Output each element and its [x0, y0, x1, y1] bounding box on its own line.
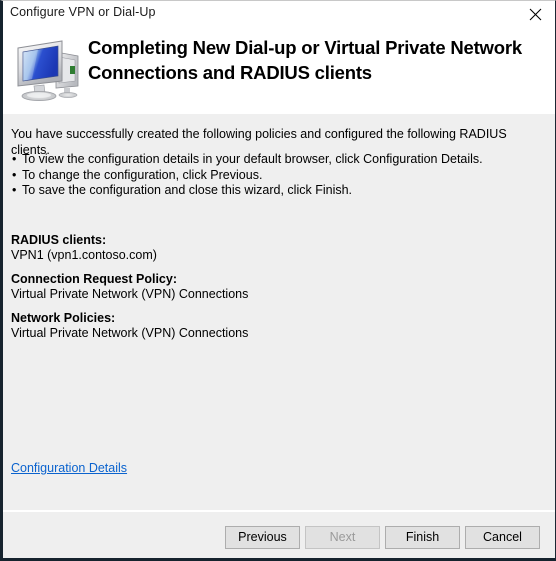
summary-value: Virtual Private Network (VPN) Connection… [11, 287, 249, 301]
summary-value: Virtual Private Network (VPN) Connection… [11, 326, 249, 340]
next-button: Next [305, 526, 380, 549]
summary-value: VPN1 (vpn1.contoso.com) [11, 248, 157, 262]
summary-group-radius-clients: RADIUS clients: VPN1 (vpn1.contoso.com) [11, 232, 539, 263]
finish-button[interactable]: Finish [385, 526, 460, 549]
previous-button[interactable]: Previous [225, 526, 300, 549]
instruction-list: • To view the configuration details in y… [11, 152, 539, 199]
cancel-button[interactable]: Cancel [465, 526, 540, 549]
wizard-dialog: Configure VPN or Dial-Up Completing New … [0, 0, 556, 561]
wizard-header: Completing New Dial-up or Virtual Privat… [3, 28, 555, 114]
list-item: • To save the configuration and close th… [11, 183, 539, 199]
summary-heading: Connection Request Policy: [11, 272, 177, 286]
list-item-label: To view the configuration details in you… [22, 152, 483, 166]
title-bar: Configure VPN or Dial-Up [3, 1, 555, 28]
bullet-glyph: • [12, 183, 17, 197]
summary-group-connection-request-policy: Connection Request Policy: Virtual Priva… [11, 271, 539, 302]
summary-heading: RADIUS clients: [11, 233, 107, 247]
configuration-details-link[interactable]: Configuration Details [11, 461, 127, 475]
computer-network-icon [12, 36, 90, 104]
list-item-label: To save the configuration and close this… [22, 183, 353, 197]
list-item-label: To change the configuration, click Previ… [22, 167, 263, 182]
summary-heading: Network Policies: [11, 311, 116, 325]
close-icon[interactable] [515, 1, 555, 27]
window-title: Configure VPN or Dial-Up [10, 5, 156, 19]
bullet-glyph: • [12, 167, 17, 182]
page-title: Completing New Dial-up or Virtual Privat… [88, 37, 522, 83]
summary-section: RADIUS clients: VPN1 (vpn1.contoso.com) … [11, 232, 539, 349]
list-item: • To change the configuration, click Pre… [11, 168, 539, 184]
bullet-glyph: • [12, 152, 17, 166]
wizard-body: You have successfully created the follow… [3, 114, 555, 558]
button-bar: Previous Next Finish Cancel [3, 512, 555, 558]
list-item: • To view the configuration details in y… [11, 152, 539, 168]
summary-group-network-policies: Network Policies: Virtual Private Networ… [11, 310, 539, 341]
